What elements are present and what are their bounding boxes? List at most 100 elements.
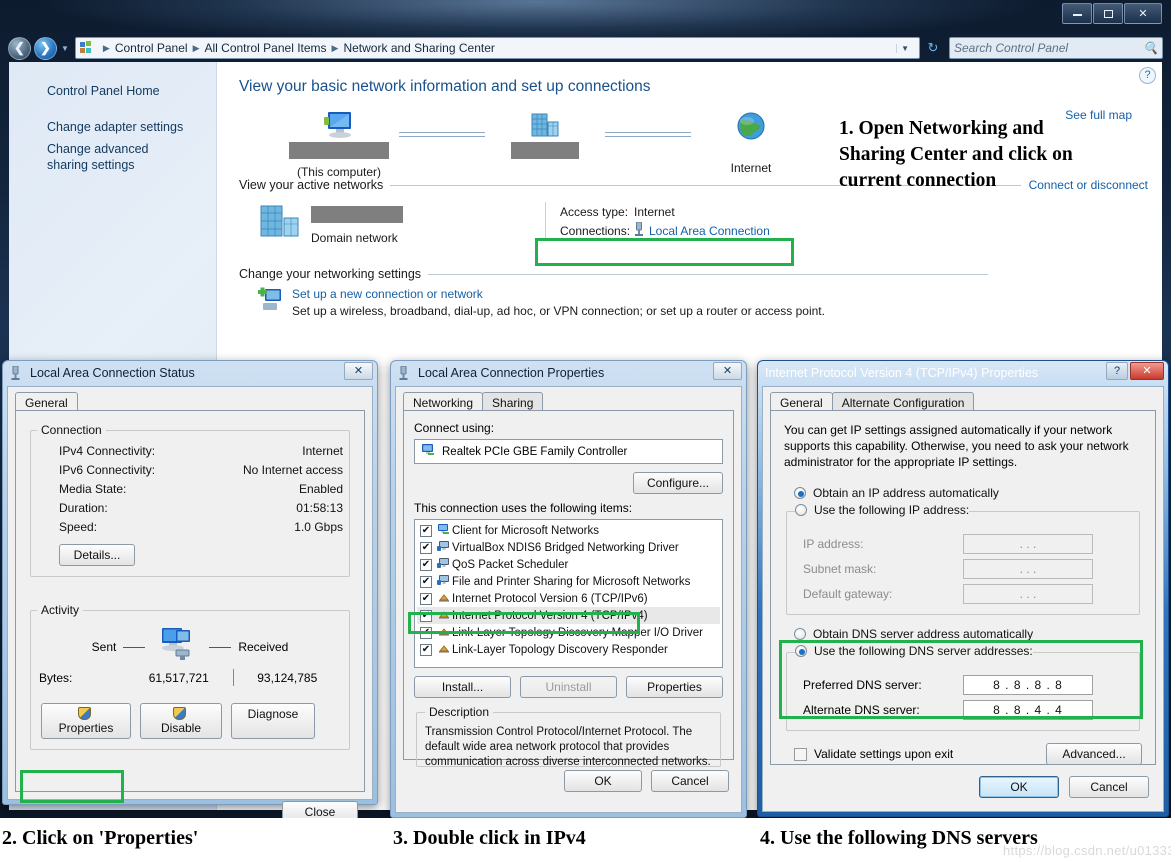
list-item[interactable]: ✔ Link-Layer Topology Discovery Responde… bbox=[417, 641, 720, 658]
description-group-label: Description bbox=[429, 705, 490, 719]
network-items-list[interactable]: ✔ Client for Microsoft Networks ✔ Virtua… bbox=[414, 519, 723, 668]
use-following-ip-radio[interactable]: Use the following IP address: bbox=[795, 503, 969, 519]
default-gateway-input[interactable]: . . . bbox=[963, 583, 1093, 604]
access-type-row: Access type: Internet bbox=[560, 202, 815, 221]
items-label: This connection uses the following items… bbox=[414, 501, 633, 515]
checkbox-unchecked-icon[interactable] bbox=[794, 747, 807, 761]
received-label: Received bbox=[238, 640, 289, 654]
breadcrumb-sep-icon: ▶ bbox=[192, 42, 200, 53]
list-item-label: QoS Packet Scheduler bbox=[452, 558, 569, 571]
tab-alternate-configuration[interactable]: Alternate Configuration bbox=[831, 392, 975, 410]
active-network-details: Access type: Internet Connections: Local… bbox=[545, 202, 815, 240]
breadcrumb-item-0[interactable]: Control Panel bbox=[115, 41, 188, 55]
radio-unselected-icon bbox=[794, 627, 806, 640]
subnet-mask-value: . . . bbox=[1019, 561, 1037, 576]
maximize-button[interactable] bbox=[1093, 3, 1123, 24]
ip-address-value: . . . bbox=[1019, 536, 1037, 551]
lan-connection-icon bbox=[634, 221, 644, 239]
install-button[interactable]: Install... bbox=[414, 676, 511, 698]
status-dialog-tabs: General bbox=[8, 387, 372, 410]
sidebar-item-change-adapter-settings[interactable]: Change adapter settings bbox=[9, 116, 216, 138]
breadcrumb-chevron-down-icon[interactable]: ▼ bbox=[896, 43, 917, 53]
diagnose-button[interactable]: Diagnose bbox=[231, 703, 315, 739]
status-dialog-body: General Connection IPv4 Connectivity: In… bbox=[7, 386, 373, 823]
disable-button[interactable]: Disable bbox=[140, 703, 222, 739]
globe-icon bbox=[691, 106, 811, 142]
control-panel-icon bbox=[79, 41, 95, 55]
list-item-label: Link-Layer Topology Discovery Responder bbox=[452, 643, 668, 656]
map-node-label: Internet bbox=[730, 161, 772, 175]
uninstall-button: Uninstall bbox=[520, 676, 617, 698]
list-item[interactable]: ✔ File and Printer Sharing for Microsoft… bbox=[417, 573, 720, 590]
close-icon[interactable]: ✕ bbox=[344, 362, 373, 380]
sidebar-item-change-advanced-sharing-settings[interactable]: Change advanced sharing settings bbox=[9, 138, 216, 176]
advanced-button[interactable]: Advanced... bbox=[1046, 743, 1142, 765]
annotation-step-2: 2. Click on 'Properties' bbox=[2, 827, 199, 849]
obtain-ip-automatically-label: Obtain an IP address automatically bbox=[813, 485, 999, 500]
search-icon: 🔍 bbox=[1143, 41, 1158, 55]
properties-button[interactable]: Properties bbox=[626, 676, 723, 698]
refresh-icon[interactable]: ↻ bbox=[922, 37, 944, 59]
details-button[interactable]: Details... bbox=[59, 544, 135, 566]
service-icon bbox=[437, 540, 452, 556]
help-icon[interactable]: ? bbox=[1106, 362, 1128, 380]
active-network-name-redacted bbox=[311, 206, 403, 228]
list-item[interactable]: ✔ VirtualBox NDIS6 Bridged Networking Dr… bbox=[417, 539, 720, 556]
cancel-button[interactable]: Cancel bbox=[1069, 776, 1149, 798]
page-title: View your basic network information and … bbox=[239, 78, 651, 95]
caption-strip: 2. Click on 'Properties' 3. Double click… bbox=[0, 818, 1171, 865]
properties-button[interactable]: Properties bbox=[41, 703, 131, 739]
back-button[interactable]: ❮ bbox=[8, 36, 31, 60]
ok-button[interactable]: OK bbox=[979, 776, 1059, 798]
adapter-field[interactable]: Realtek PCIe GBE Family Controller bbox=[414, 439, 723, 464]
close-button[interactable]: ✕ bbox=[1124, 3, 1162, 24]
ip-address-input[interactable]: . . . bbox=[963, 533, 1093, 554]
ok-button[interactable]: OK bbox=[564, 770, 642, 792]
checkbox-checked-icon[interactable]: ✔ bbox=[420, 558, 432, 571]
validate-settings-label: Validate settings upon exit bbox=[814, 747, 954, 761]
cancel-button[interactable]: Cancel bbox=[651, 770, 729, 792]
table-row: IPv4 Connectivity: Internet bbox=[37, 441, 343, 460]
setup-connection-description: Set up a wireless, broadband, dial-up, a… bbox=[292, 304, 825, 318]
access-type-label: Access type: bbox=[560, 204, 629, 219]
close-icon[interactable]: ✕ bbox=[713, 362, 742, 380]
subnet-mask-input[interactable]: . . . bbox=[963, 558, 1093, 579]
list-item[interactable]: ✔ QoS Packet Scheduler bbox=[417, 556, 720, 573]
map-node-internet[interactable]: Internet bbox=[691, 106, 811, 175]
checkbox-checked-icon[interactable]: ✔ bbox=[420, 592, 432, 605]
active-network-type: Domain network bbox=[311, 231, 398, 245]
checkbox-checked-icon[interactable]: ✔ bbox=[420, 575, 432, 588]
bytes-sent-value: 61,517,721 bbox=[148, 670, 209, 685]
forward-button[interactable]: ❯ bbox=[34, 36, 57, 60]
map-node-this-computer[interactable]: (This computer) bbox=[279, 106, 399, 179]
list-item[interactable]: ✔ Client for Microsoft Networks bbox=[417, 522, 720, 539]
tab-networking[interactable]: Networking bbox=[403, 392, 484, 410]
close-icon[interactable]: ✕ bbox=[1130, 362, 1164, 380]
checkbox-checked-icon[interactable]: ✔ bbox=[420, 541, 432, 554]
list-item-label: Client for Microsoft Networks bbox=[452, 524, 599, 537]
breadcrumb-item-1[interactable]: All Control Panel Items bbox=[204, 41, 326, 55]
setup-connection-row: Set up a new connection or network Set u… bbox=[239, 281, 1148, 318]
breadcrumb-item-2[interactable]: Network and Sharing Center bbox=[343, 41, 494, 55]
minimize-button[interactable] bbox=[1062, 3, 1092, 24]
local-area-connection-link[interactable]: Local Area Connection bbox=[649, 224, 770, 238]
sidebar-item-control-panel-home[interactable]: Control Panel Home bbox=[9, 80, 216, 102]
configure-button[interactable]: Configure... bbox=[633, 472, 723, 494]
navigation-buttons: ❮ ❯ ▼ bbox=[8, 36, 69, 60]
list-item[interactable]: ✔ Internet Protocol Version 6 (TCP/IPv6) bbox=[417, 590, 720, 607]
checkbox-checked-icon[interactable]: ✔ bbox=[420, 524, 432, 537]
annotation-step-4: 4. Use the following DNS servers bbox=[760, 827, 1038, 849]
tab-sharing[interactable]: Sharing bbox=[482, 392, 544, 410]
help-icon[interactable]: ? bbox=[1139, 67, 1156, 84]
recent-pages-chevron-down-icon[interactable]: ▼ bbox=[61, 44, 69, 53]
search-input[interactable]: Search Control Panel 🔍 bbox=[949, 37, 1163, 59]
setup-new-connection-link[interactable]: Set up a new connection or network bbox=[292, 287, 825, 301]
map-node-network[interactable] bbox=[485, 106, 605, 165]
breadcrumb[interactable]: ▶ Control Panel ▶ All Control Panel Item… bbox=[74, 37, 920, 59]
ip-address-label: IP address: bbox=[803, 536, 864, 551]
obtain-ip-automatically-radio[interactable]: Obtain an IP address automatically bbox=[784, 482, 1142, 503]
status-general-panel: Connection IPv4 Connectivity: Internet I… bbox=[15, 410, 365, 792]
tab-general[interactable]: General bbox=[770, 392, 833, 410]
checkbox-checked-icon[interactable]: ✔ bbox=[420, 643, 432, 656]
tab-general[interactable]: General bbox=[15, 392, 78, 410]
